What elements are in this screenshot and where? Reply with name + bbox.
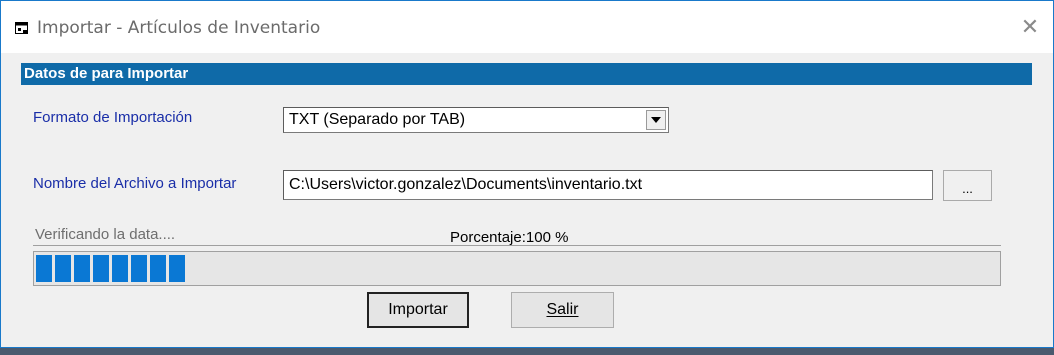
dropdown-arrow-icon[interactable] [646,110,666,130]
exit-button[interactable]: Salir [511,292,614,328]
file-path-input[interactable] [283,170,933,200]
progress-segment [131,255,147,282]
divider [33,245,1001,246]
status-text: Verificando la data.... [35,226,176,243]
progress-segment [55,255,71,282]
progress-segment [36,255,52,282]
percent-text: Porcentaje:100 % [450,229,569,246]
browse-button[interactable]: ... [943,170,992,201]
import-dialog-window: Importar - Artículos de Inventario ✕ Dat… [0,0,1054,348]
window-title: Importar - Artículos de Inventario [37,18,321,38]
file-label: Nombre del Archivo a Importar [33,175,237,192]
progress-segment [169,255,185,282]
close-icon[interactable]: ✕ [1007,1,1053,53]
progress-segment [93,255,109,282]
progress-bar [33,251,1001,286]
import-button[interactable]: Importar [367,292,469,328]
progress-segment [74,255,90,282]
form-window-icon [15,22,28,34]
title-bar[interactable]: Importar - Artículos de Inventario ✕ [1,1,1053,53]
progress-segment [150,255,166,282]
progress-fill [36,255,1002,282]
section-header: Datos de para Importar [21,63,1032,85]
exit-button-label: Salir [546,301,579,318]
format-label: Formato de Importación [33,109,193,126]
format-select-value: TXT (Separado por TAB) [289,111,466,128]
progress-segment [112,255,128,282]
format-select[interactable]: TXT (Separado por TAB) [283,107,669,133]
